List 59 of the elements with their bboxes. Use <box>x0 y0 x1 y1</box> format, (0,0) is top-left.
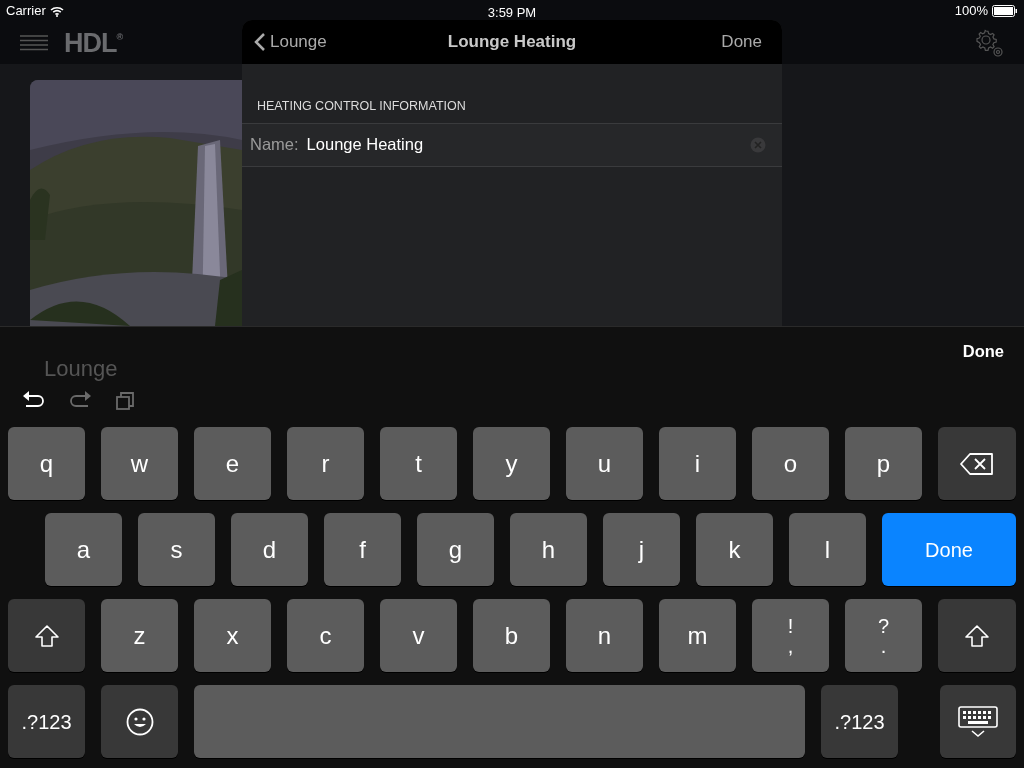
key[interactable]: n <box>566 599 643 672</box>
key[interactable]: w <box>101 427 178 500</box>
battery-percent: 100% <box>954 2 988 21</box>
section-header: HEATING CONTROL INFORMATION <box>256 98 467 115</box>
key[interactable]: e <box>194 427 271 500</box>
key[interactable]: u <box>566 427 643 500</box>
emoji-key[interactable] <box>101 685 178 758</box>
delete-key[interactable] <box>938 427 1016 500</box>
key[interactable]: ! , <box>752 599 829 672</box>
key[interactable]: r <box>287 427 364 500</box>
logo: HDL$^{®}$ <box>64 26 123 60</box>
key[interactable]: q <box>8 427 85 500</box>
shift-icon <box>965 624 989 647</box>
symbols-key[interactable]: .?123 <box>821 685 898 758</box>
field-label: Name: <box>250 134 299 156</box>
settings-icon[interactable] <box>974 28 1004 58</box>
back-button[interactable]: Lounge <box>254 29 327 55</box>
key[interactable]: x <box>194 599 271 672</box>
room-name: Lounge <box>44 355 118 383</box>
key[interactable]: k <box>696 513 773 586</box>
dialog-title: Lounge Heating <box>447 31 577 54</box>
key[interactable]: j <box>603 513 680 586</box>
key[interactable]: a <box>45 513 122 586</box>
keyboard-icon <box>958 705 998 738</box>
shift-key[interactable] <box>8 599 85 672</box>
chevron-icon <box>254 32 266 52</box>
emoji-icon <box>125 707 154 736</box>
clock-text: 3:59 PM <box>487 4 537 22</box>
key[interactable]: z <box>101 599 178 672</box>
shift-icon <box>34 624 59 647</box>
key[interactable]: p <box>845 427 922 500</box>
battery-icon <box>992 5 1018 17</box>
key[interactable]: v <box>380 599 457 672</box>
done-key[interactable]: Done <box>882 513 1016 586</box>
key[interactable]: m <box>659 599 736 672</box>
done-button[interactable]: Done <box>962 339 1004 364</box>
hide-keyboard-key[interactable] <box>940 685 1016 758</box>
wifi-icon <box>49 5 64 17</box>
key[interactable]: c <box>287 599 364 672</box>
key[interactable]: y <box>473 427 550 500</box>
shift-key[interactable] <box>938 599 1016 672</box>
key[interactable]: t <box>380 427 457 500</box>
key[interactable]: i <box>659 427 736 500</box>
done-button[interactable]: Done <box>721 29 762 55</box>
key[interactable]: l <box>789 513 866 586</box>
symbols-key[interactable]: .?123 <box>8 685 85 758</box>
key[interactable]: b <box>473 599 550 672</box>
key[interactable]: o <box>752 427 829 500</box>
key[interactable]: ? . <box>845 599 922 672</box>
key[interactable]: d <box>231 513 308 586</box>
key[interactable]: g <box>417 513 494 586</box>
key[interactable]: s <box>138 513 215 586</box>
name-field[interactable]: Name: Lounge Heating <box>242 122 782 167</box>
key[interactable]: f <box>324 513 401 586</box>
backspace-icon <box>960 452 994 475</box>
carrier-text: Carrier <box>6 2 46 21</box>
key[interactable]: h <box>510 513 587 586</box>
menu-icon[interactable] <box>20 34 48 52</box>
text-input[interactable]: Lounge Heating <box>298 132 750 158</box>
